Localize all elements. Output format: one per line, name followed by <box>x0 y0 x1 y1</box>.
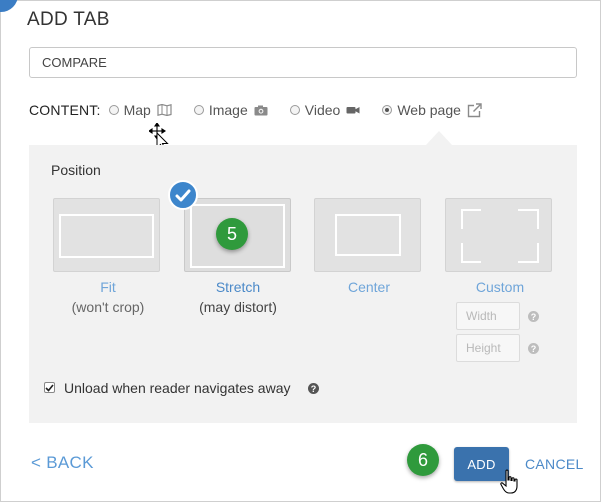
webpage-label: Web page <box>397 102 461 118</box>
custom-corners-icon <box>461 209 539 263</box>
content-option-webpage[interactable]: Web page <box>382 102 482 118</box>
position-custom-card[interactable] <box>445 198 552 272</box>
dialog-title: ADD TAB <box>27 9 110 30</box>
width-help-icon[interactable]: ? <box>528 311 539 322</box>
unload-checkbox[interactable] <box>44 382 55 393</box>
step-5-badge: 5 <box>216 218 248 250</box>
custom-height-input[interactable]: Height <box>456 334 520 362</box>
content-label: CONTENT: <box>29 102 101 118</box>
camera-icon <box>254 105 268 116</box>
unload-help-icon[interactable]: ? <box>308 383 319 394</box>
content-option-map[interactable]: Map <box>108 102 172 118</box>
position-center-card[interactable] <box>314 198 421 272</box>
map-radio[interactable] <box>108 105 119 115</box>
custom-width-input[interactable]: Width <box>456 302 520 330</box>
checkmark-icon <box>45 383 54 392</box>
external-link-icon <box>467 102 482 118</box>
height-help-icon[interactable]: ? <box>528 343 539 354</box>
position-fit-card[interactable] <box>53 198 160 272</box>
image-radio[interactable] <box>193 105 204 115</box>
position-stretch-sub: (may distort) <box>199 299 277 315</box>
panel-pointer <box>426 131 452 145</box>
center-preview-frame <box>335 214 401 256</box>
webpage-radio[interactable] <box>382 105 393 115</box>
video-radio[interactable] <box>289 105 300 115</box>
tab-name-input[interactable]: COMPARE <box>29 47 577 78</box>
position-label: Position <box>51 162 101 178</box>
unload-label: Unload when reader navigates away <box>64 380 291 396</box>
selected-check-icon <box>168 180 198 210</box>
step-6-badge: 6 <box>407 444 439 476</box>
content-type-row: CONTENT: Map Image Video Web page <box>29 100 504 120</box>
position-custom-label[interactable]: Custom <box>440 279 560 295</box>
position-fit-label[interactable]: Fit <box>48 279 168 295</box>
cancel-link[interactable]: CANCEL <box>525 456 584 472</box>
video-camera-icon <box>346 105 360 115</box>
position-center-label[interactable]: Center <box>309 279 429 295</box>
position-stretch-label[interactable]: Stretch <box>178 279 298 295</box>
fit-preview-frame <box>59 214 154 258</box>
map-label: Map <box>123 102 151 118</box>
position-fit-sub: (won't crop) <box>71 299 145 315</box>
map-book-icon <box>157 104 172 116</box>
image-label: Image <box>208 102 248 118</box>
hand-pointer-icon <box>499 469 521 500</box>
video-label: Video <box>304 102 341 118</box>
back-link[interactable]: < BACK <box>31 453 94 473</box>
content-option-video[interactable]: Video <box>289 102 361 118</box>
content-option-image[interactable]: Image <box>193 102 268 118</box>
